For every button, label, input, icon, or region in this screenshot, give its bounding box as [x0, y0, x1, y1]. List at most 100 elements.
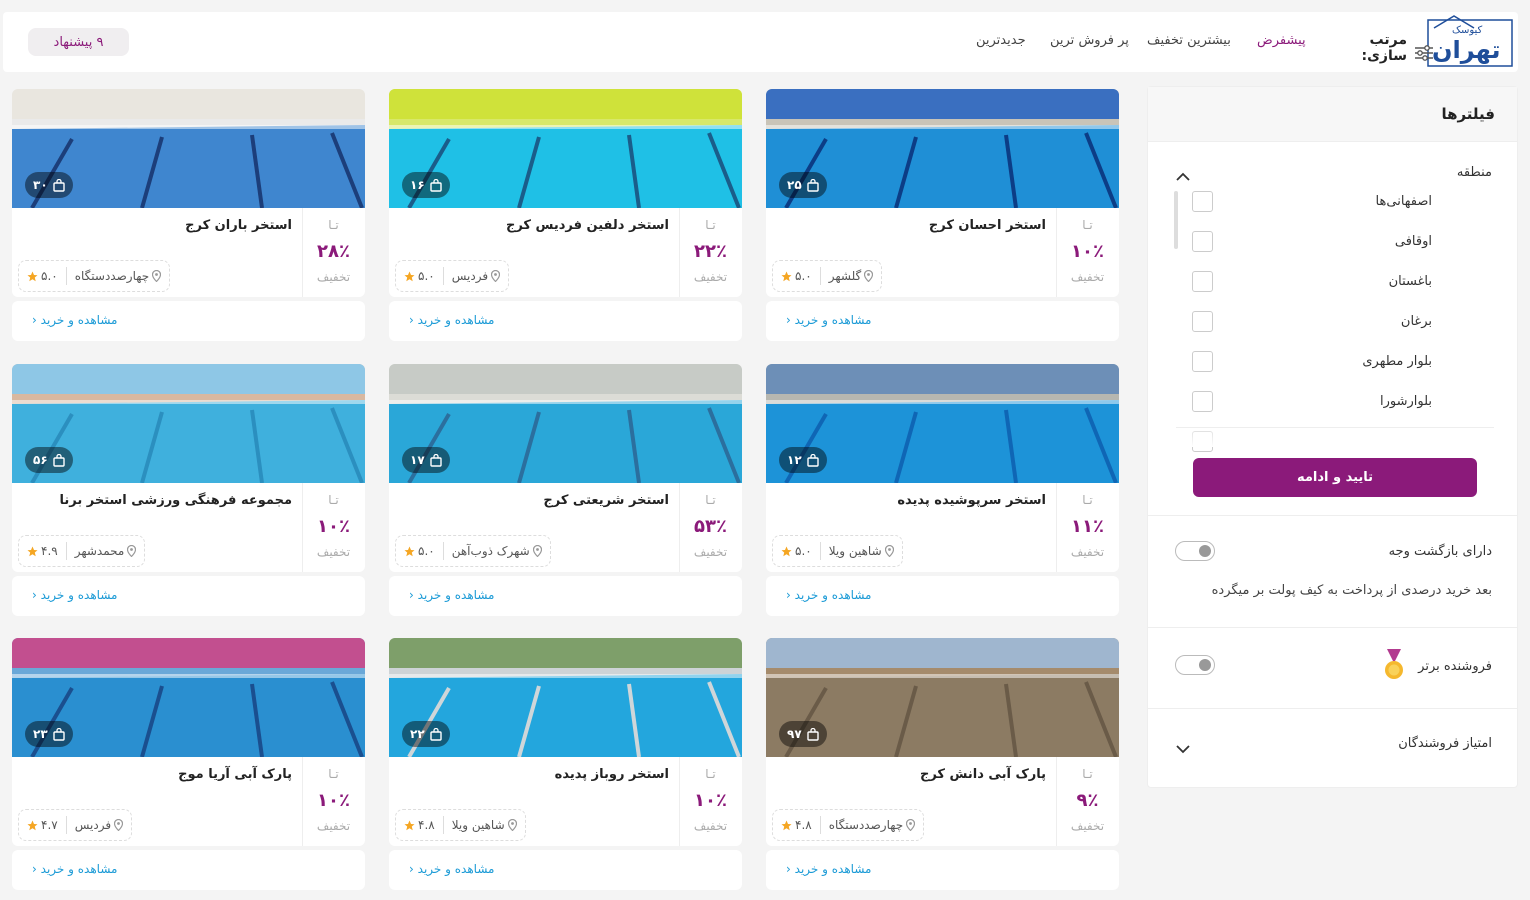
- chevron-down-icon[interactable]: [1176, 739, 1190, 758]
- view-and-buy-label: مشاهده و خرید: [417, 862, 495, 876]
- sold-count: ۲۵: [787, 178, 802, 192]
- region-list-scrollbar[interactable]: [1174, 191, 1178, 249]
- location-name: چهارصددستگاه: [828, 818, 904, 832]
- location: محمدشهر: [75, 544, 137, 558]
- chevron-left-icon: ‹: [409, 862, 414, 876]
- card-title[interactable]: استخر احسان کرج: [929, 218, 1046, 233]
- shopping-bag-icon: [429, 453, 442, 467]
- seller-rating-label[interactable]: امتیاز فروشندگان: [1398, 736, 1492, 751]
- view-and-buy-label: مشاهده و خرید: [40, 313, 118, 327]
- card-title[interactable]: استخر باران کرج: [185, 218, 292, 233]
- site-logo[interactable]: کیوسک تهران: [1424, 14, 1516, 70]
- discount-label: تخفیف: [316, 819, 351, 833]
- card-title[interactable]: استخر شریعتی کرج: [543, 493, 669, 508]
- chevron-up-icon[interactable]: [1176, 167, 1190, 186]
- region-option[interactable]: اصفهانی‌ها: [1192, 190, 1492, 212]
- card-body[interactable]: ۳۰ تـا ۲۸٪ تخفیف استخر باران کرج چهارصدد…: [12, 89, 365, 297]
- discount-label: تخفیف: [693, 270, 728, 284]
- star-icon: [404, 271, 415, 281]
- region-option[interactable]: بلوارشورا: [1192, 390, 1492, 412]
- divider: [1148, 708, 1517, 709]
- card-footer: مشاهده و خرید ‹: [12, 850, 365, 890]
- sort-option-best-selling[interactable]: پر فروش ترین: [1050, 33, 1129, 48]
- card-body[interactable]: ۲۲ تـا ۱۰٪ تخفیف استخر روباز پدیده شاهین…: [389, 638, 742, 846]
- card-body[interactable]: ۱۷ تـا ۵۳٪ تخفیف استخر شریعتی کرج شهرک ذ…: [389, 364, 742, 572]
- rating: ۴.۸: [404, 818, 435, 832]
- top-seller-label: فروشنده برتر: [1418, 659, 1492, 674]
- location-rating-chip: چهارصددستگاه ۵.۰: [18, 260, 171, 292]
- view-and-buy-link[interactable]: مشاهده و خرید ‹: [409, 313, 494, 327]
- star-icon: [27, 271, 38, 281]
- discount-column: تـا ۱۰٪ تخفیف: [679, 757, 742, 846]
- sort-option-most-discount[interactable]: بیشترین تخفیف: [1147, 33, 1231, 48]
- rating: ۵.۰: [781, 544, 812, 558]
- view-and-buy-link[interactable]: مشاهده و خرید ‹: [32, 313, 117, 327]
- shopping-bag-icon: [806, 178, 819, 192]
- separator: [442, 267, 444, 285]
- view-and-buy-link[interactable]: مشاهده و خرید ‹: [786, 862, 871, 876]
- card-title[interactable]: استخر دلفین فردیس کرج: [506, 218, 669, 233]
- card-body[interactable]: ۱۲ تـا ۱۱٪ تخفیف استخر سرپوشیده پدیده شا…: [766, 364, 1119, 572]
- sold-count-badge: ۵۶: [25, 447, 73, 473]
- discount-column: تـا ۲۲٪ تخفیف: [679, 208, 742, 297]
- region-checkbox[interactable]: [1192, 190, 1213, 212]
- separator: [819, 542, 821, 560]
- card-title[interactable]: پارک آبی آریا موج: [178, 767, 292, 782]
- region-checkbox[interactable]: [1192, 350, 1213, 372]
- view-and-buy-link[interactable]: مشاهده و خرید ‹: [32, 862, 117, 876]
- card-footer: مشاهده و خرید ‹: [389, 576, 742, 616]
- discount-value: ۹٪: [1076, 790, 1099, 811]
- card-body[interactable]: ۹۷ تـا ۹٪ تخفیف پارک آبی دانش کرج چهارصد…: [766, 638, 1119, 846]
- sold-count-badge: ۳۰: [25, 172, 73, 198]
- view-and-buy-link[interactable]: مشاهده و خرید ‹: [409, 588, 494, 602]
- sold-count-badge: ۲۲: [402, 721, 450, 747]
- card-body[interactable]: ۱۶ تـا ۲۲٪ تخفیف استخر دلفین فردیس کرج ف…: [389, 89, 742, 297]
- sold-count: ۱۷: [410, 453, 425, 467]
- sort-option-newest[interactable]: جدیدترین: [976, 33, 1026, 48]
- view-and-buy-link[interactable]: مشاهده و خرید ‹: [786, 313, 871, 327]
- region-checkbox[interactable]: [1192, 390, 1213, 412]
- card-title[interactable]: مجموعه فرهنگی ورزشی استخر برنا: [59, 493, 292, 508]
- rating-value: ۴.۷: [41, 818, 58, 832]
- card-title[interactable]: پارک آبی دانش کرج: [920, 767, 1046, 782]
- region-option[interactable]: برغان: [1192, 310, 1492, 332]
- card-body[interactable]: ۲۳ تـا ۱۰٪ تخفیف پارک آبی آریا موج فردیس…: [12, 638, 365, 846]
- location-name: چهارصددستگاه: [74, 269, 150, 283]
- separator: [442, 816, 444, 834]
- location-pin-icon: [491, 270, 501, 282]
- discount-upto-label: تـا: [328, 493, 339, 507]
- location: چهارصددستگاه: [828, 818, 916, 832]
- view-and-buy-label: مشاهده و خرید: [794, 862, 872, 876]
- top-seller-toggle[interactable]: [1175, 655, 1215, 675]
- sort-option-default[interactable]: پیشفرض: [1257, 33, 1306, 48]
- view-and-buy-link[interactable]: مشاهده و خرید ‹: [786, 588, 871, 602]
- view-and-buy-label: مشاهده و خرید: [40, 862, 118, 876]
- card-footer: مشاهده و خرید ‹: [389, 301, 742, 341]
- card-title[interactable]: استخر روباز پدیده: [555, 767, 669, 782]
- confirm-button[interactable]: تایید و ادامه: [1193, 458, 1477, 497]
- chevron-left-icon: ‹: [409, 588, 414, 602]
- separator: [819, 816, 821, 834]
- region-option-label: اوقافی: [1394, 233, 1432, 249]
- location-rating-chip: فردیس ۵.۰: [395, 260, 510, 292]
- view-and-buy-link[interactable]: مشاهده و خرید ‹: [32, 588, 117, 602]
- card-title[interactable]: استخر سرپوشیده پدیده: [897, 493, 1046, 508]
- discount-column: تـا ۱۰٪ تخفیف: [302, 483, 365, 572]
- discount-upto-label: تـا: [328, 218, 339, 232]
- shopping-bag-icon: [806, 727, 819, 741]
- location-name: فردیس: [74, 818, 112, 832]
- region-option[interactable]: باغستان: [1192, 270, 1492, 292]
- cashback-toggle[interactable]: [1175, 541, 1215, 561]
- discount-column: تـا ۱۰٪ تخفیف: [302, 757, 365, 846]
- sort-label: مرتب سازی:: [1361, 32, 1407, 64]
- discount-label: تخفیف: [1070, 270, 1105, 284]
- region-option[interactable]: اوقافی: [1192, 230, 1492, 252]
- view-and-buy-link[interactable]: مشاهده و خرید ‹: [409, 862, 494, 876]
- region-checkbox[interactable]: [1192, 230, 1213, 252]
- region-option[interactable]: بلوار مطهری: [1192, 350, 1492, 372]
- region-checkbox[interactable]: [1192, 310, 1213, 332]
- card-body[interactable]: ۲۵ تـا ۱۰٪ تخفیف استخر احسان کرج گلشهر ۵…: [766, 89, 1119, 297]
- location-pin-icon: [906, 819, 916, 831]
- card-body[interactable]: ۵۶ تـا ۱۰٪ تخفیف مجموعه فرهنگی ورزشی است…: [12, 364, 365, 572]
- region-checkbox[interactable]: [1192, 270, 1213, 292]
